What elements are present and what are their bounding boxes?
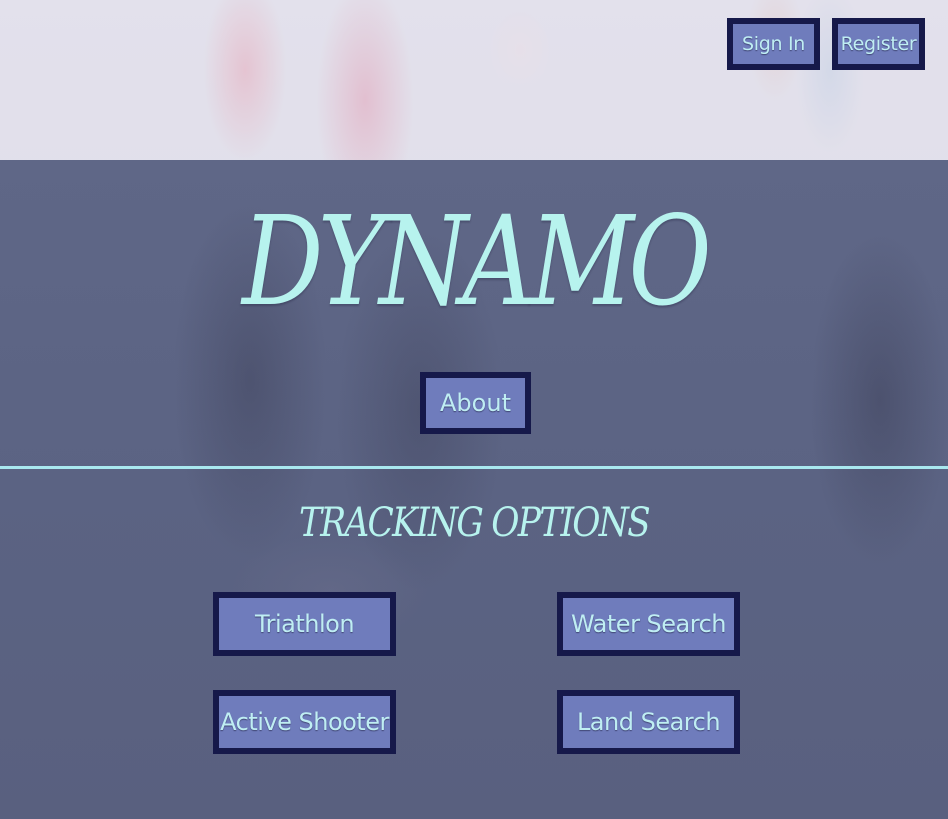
tracking-options-heading: TRACKING OPTIONS — [298, 500, 651, 546]
active-shooter-button[interactable]: Active Shooter — [213, 690, 396, 754]
site-title: DYNAMO — [241, 190, 712, 334]
triathlon-button[interactable]: Triathlon — [213, 592, 396, 656]
section-divider — [0, 466, 948, 469]
water-search-button[interactable]: Water Search — [557, 592, 740, 656]
land-search-button[interactable]: Land Search — [557, 690, 740, 754]
page: Sign In Register DYNAMO About TRACKING O… — [0, 0, 948, 819]
about-button[interactable]: About — [420, 372, 531, 434]
register-button[interactable]: Register — [832, 18, 925, 70]
sign-in-button[interactable]: Sign In — [727, 18, 820, 70]
